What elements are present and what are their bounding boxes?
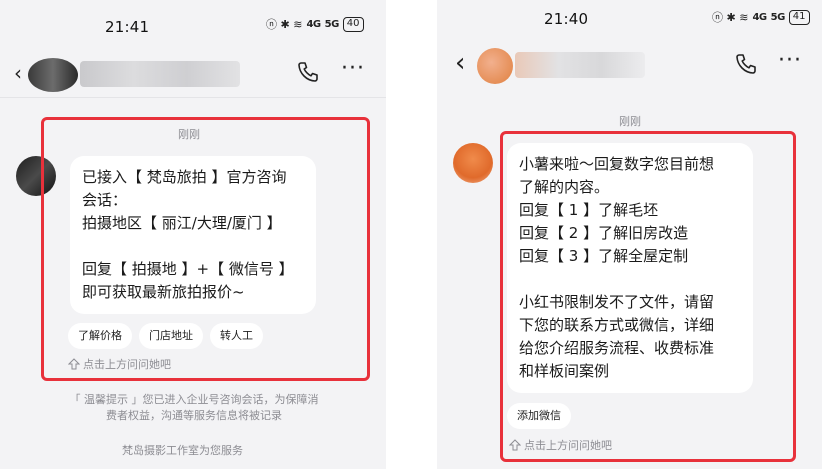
sender-avatar[interactable] (453, 143, 493, 183)
back-icon[interactable]: ‹ (455, 48, 465, 78)
back-icon[interactable]: ‹ (14, 58, 22, 88)
message-timestamp: 刚刚 (619, 115, 641, 128)
status-icons: ⓝ ✱ ≋ 4G 5G 40 (266, 16, 364, 32)
left-chat-screen: 21:41 ⓝ ✱ ≋ 4G 5G 40 ‹ ··· 刚刚 已接入【 梵岛旅拍 … (0, 0, 386, 469)
nfc-wifi-icons: ⓝ ✱ ≋ (712, 11, 749, 24)
status-time: 21:40 (544, 10, 589, 28)
status-time: 21:41 (105, 18, 150, 36)
signal-4g-icon: 4G (306, 18, 321, 30)
right-chat-screen: 21:40 ⓝ ✱ ≋ 4G 5G 41 ‹ ··· 刚刚 小薯来啦～回复数字您… (437, 0, 822, 469)
notice-line: 费者权益，沟通等服务信息将被记录 (106, 409, 282, 422)
battery-icon: 41 (788, 9, 810, 25)
signal-5g-icon: 5G (324, 18, 340, 30)
status-icons: ⓝ ✱ ≋ 4G 5G 41 (712, 9, 810, 25)
highlight-box (41, 117, 370, 381)
chat-header: ‹ ··· (0, 48, 386, 98)
more-icon[interactable]: ··· (778, 48, 802, 73)
avatar[interactable] (28, 58, 78, 92)
battery-icon: 40 (342, 16, 364, 32)
avatar[interactable] (477, 48, 513, 84)
notice-line: 「 温馨提示 」您已进入企业号咨询会话，为保障消 (69, 393, 319, 406)
chat-header: ‹ ··· (437, 40, 822, 90)
phone-icon[interactable] (296, 60, 320, 84)
contact-name (80, 61, 240, 87)
contact-name (515, 52, 645, 78)
highlight-box (500, 131, 796, 462)
more-icon[interactable]: ··· (341, 56, 365, 81)
signal-5g-icon: 5G (770, 11, 786, 23)
status-bar: 21:41 ⓝ ✱ ≋ 4G 5G 40 (0, 0, 386, 48)
phone-icon[interactable] (734, 52, 758, 76)
privacy-notice: 「 温馨提示 」您已进入企业号咨询会话，为保障消 费者权益，沟通等服务信息将被记… (38, 392, 350, 424)
signal-4g-icon: 4G (752, 11, 767, 23)
nfc-wifi-icons: ⓝ ✱ ≋ (266, 18, 303, 31)
service-footer: 梵岛摄影工作室为您服务 (122, 444, 243, 457)
